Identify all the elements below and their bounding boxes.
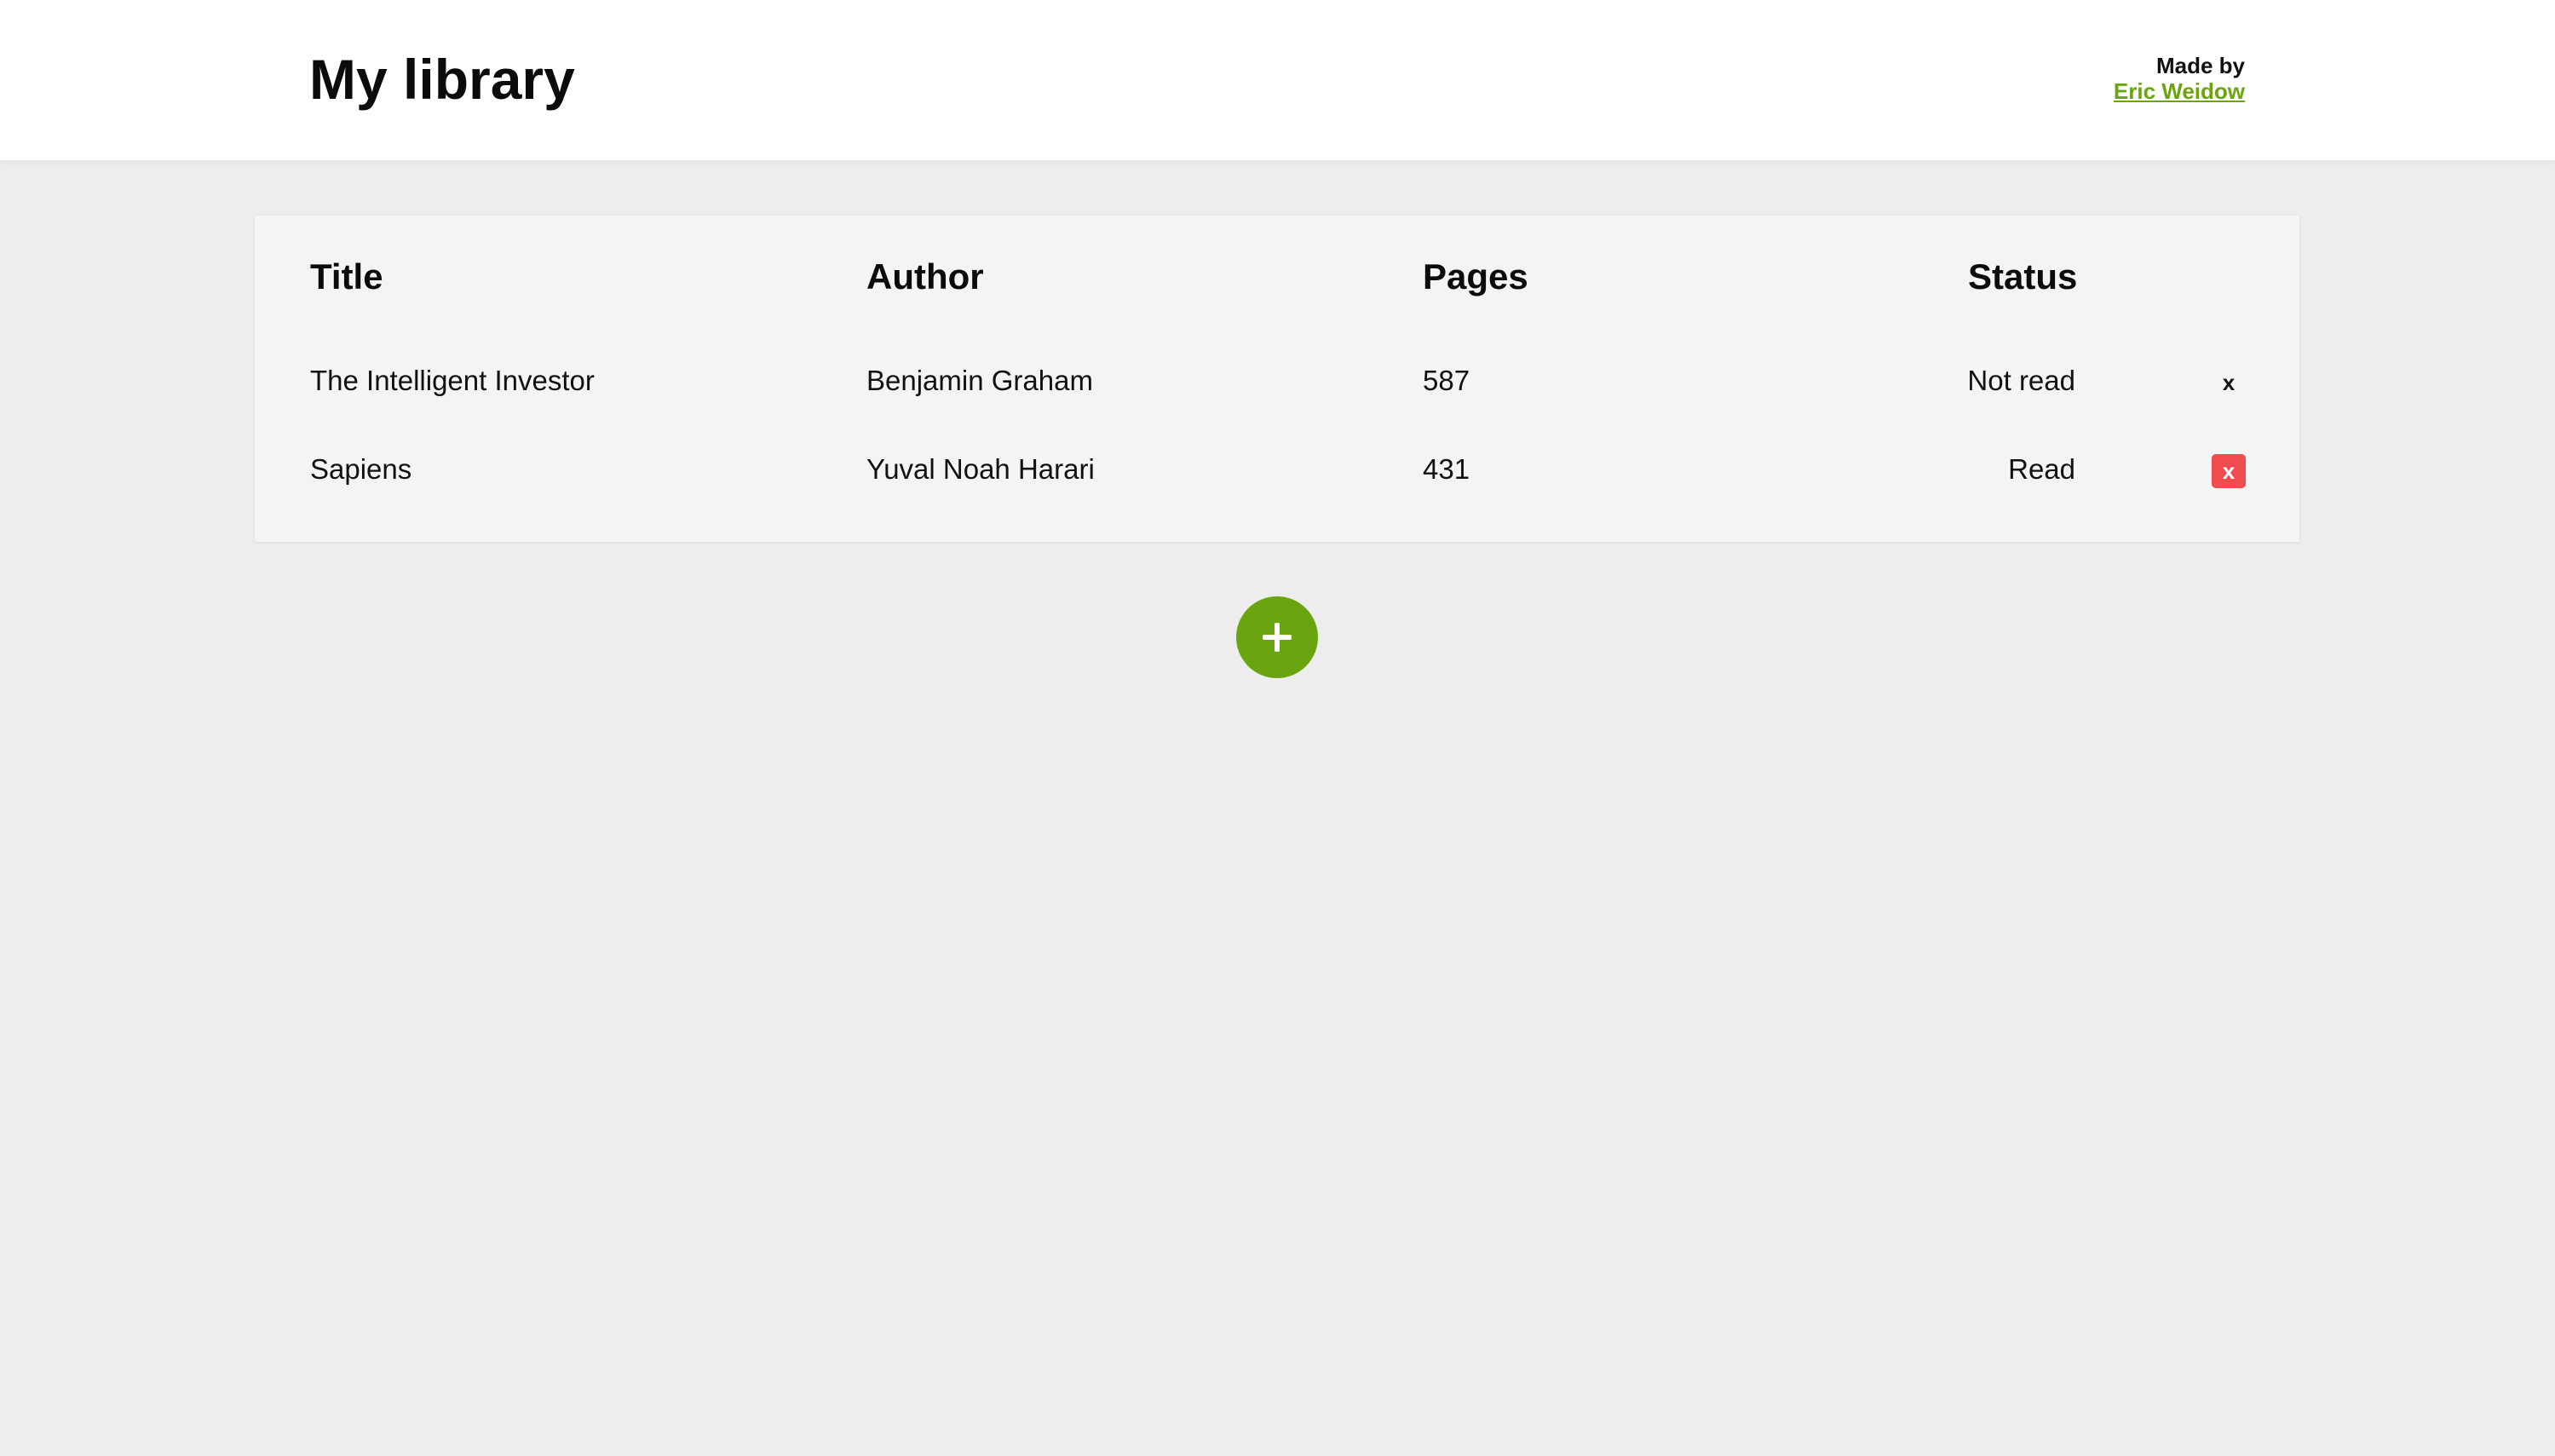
- add-book-button[interactable]: [1236, 596, 1318, 678]
- credit: Made by Eric Weidow: [2114, 53, 2245, 104]
- read-status-toggle[interactable]: Read: [1735, 452, 2075, 486]
- column-header-title: Title: [310, 256, 383, 296]
- read-status-toggle[interactable]: Not read: [1735, 364, 2075, 398]
- plus-icon: [1263, 623, 1292, 652]
- column-header-author: Author: [866, 256, 984, 296]
- book-title-cell: The Intelligent Investor: [310, 365, 595, 396]
- book-pages-cell: 431: [1423, 453, 1470, 485]
- book-author-cell: Benjamin Graham: [866, 365, 1093, 396]
- column-header-status: Status: [1968, 256, 2078, 296]
- book-author-cell: Yuval Noah Harari: [866, 453, 1095, 485]
- book-pages-cell: 587: [1423, 365, 1470, 396]
- author-link[interactable]: Eric Weidow: [2114, 78, 2245, 104]
- credit-label: Made by: [2155, 53, 2245, 78]
- remove-book-button[interactable]: x: [2212, 454, 2246, 488]
- remove-book-button[interactable]: x: [2212, 365, 2246, 400]
- book-title-cell: Sapiens: [310, 453, 412, 485]
- page-header: My library Made by Eric Weidow: [0, 0, 2555, 160]
- page-title: My library: [309, 48, 575, 111]
- column-header-pages: Pages: [1423, 256, 1528, 296]
